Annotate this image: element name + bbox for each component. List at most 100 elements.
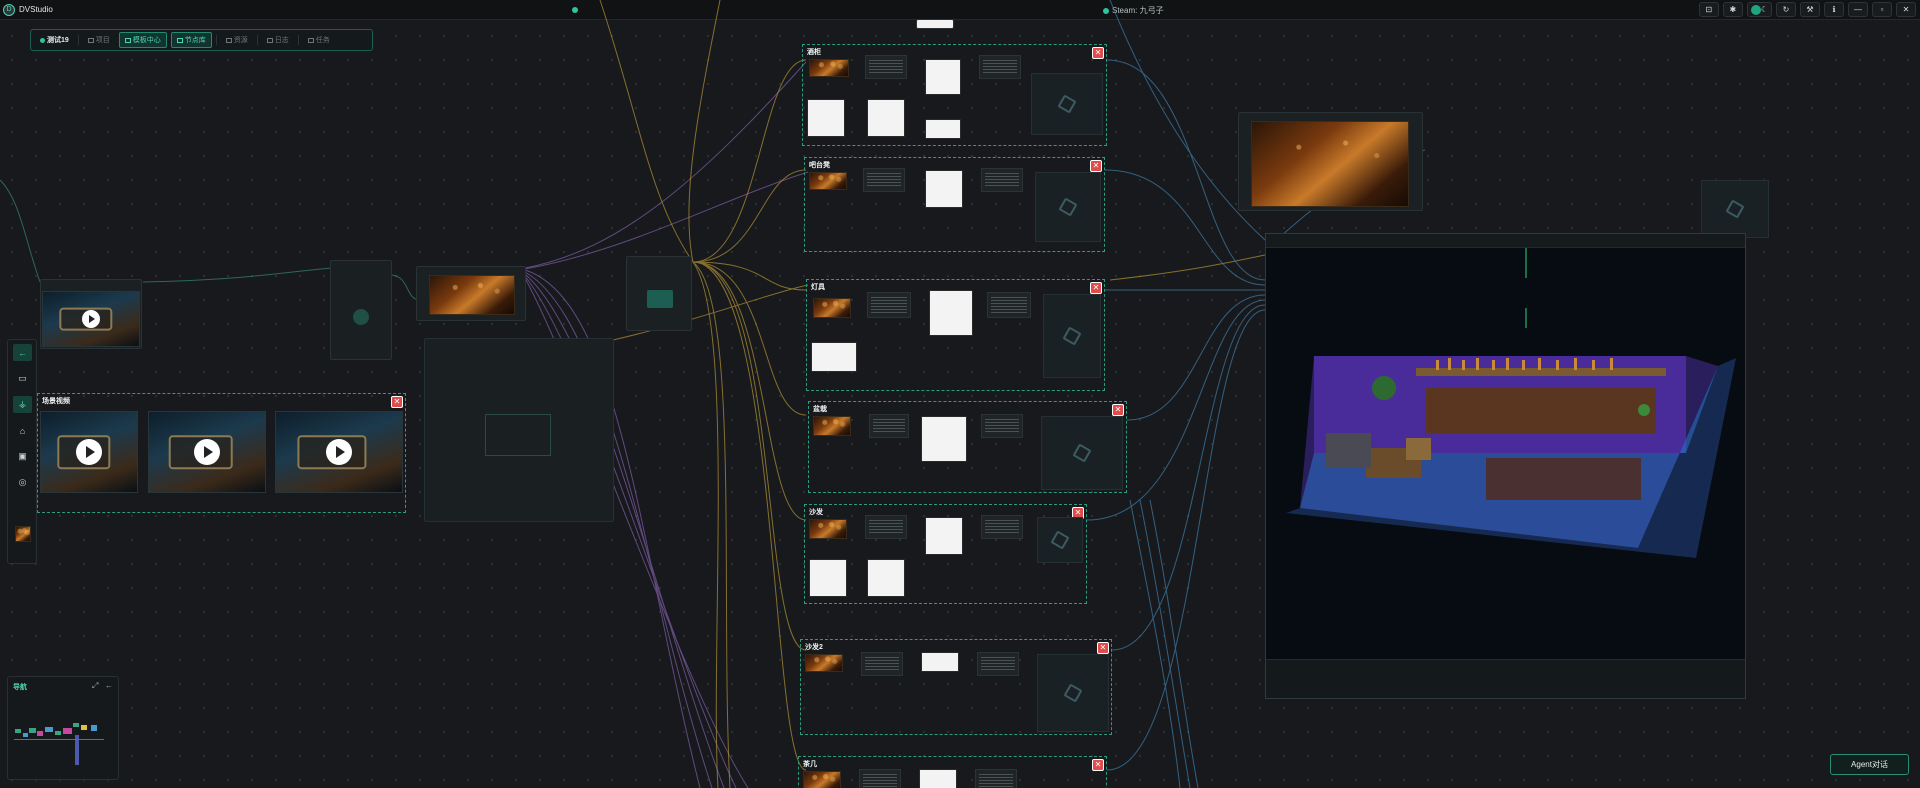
cube-icon (1057, 94, 1077, 114)
play-icon[interactable] (194, 439, 220, 465)
scene-3d-viewer[interactable] (1265, 233, 1746, 699)
group-close-icon[interactable]: ✕ (1092, 47, 1104, 59)
generated-image-node[interactable] (921, 652, 959, 672)
group-close-icon[interactable]: ✕ (1112, 404, 1124, 416)
prompt-text-node[interactable] (859, 769, 901, 788)
play-icon[interactable] (326, 439, 352, 465)
video-group: 场景视频 ✕ (37, 393, 406, 513)
generated-image-node[interactable] (925, 59, 961, 95)
left-sidebar: ← ▭ ⚶ ⌂ ▣ ◎ (7, 339, 37, 564)
reference-thumb (813, 416, 851, 436)
group-sofa: 沙发 ✕ (804, 504, 1087, 604)
expand-icon[interactable]: ⤢ (92, 681, 98, 691)
white-image-node[interactable] (916, 19, 954, 29)
generated-image-node[interactable] (811, 342, 857, 372)
cube-icon (1050, 530, 1070, 550)
prompt-text-node[interactable] (869, 414, 909, 438)
reference-thumb (809, 519, 847, 539)
splitter-node[interactable] (626, 256, 692, 331)
model-3d-node[interactable] (1043, 294, 1101, 378)
navigator-panel: 导航 ⤢ ← (7, 676, 119, 780)
video-node[interactable] (40, 279, 142, 349)
folder-icon[interactable]: ▭ (13, 370, 32, 387)
model-3d-node[interactable] (1031, 73, 1103, 135)
group-close-icon[interactable]: ✕ (1090, 160, 1102, 172)
play-icon[interactable] (82, 310, 100, 328)
generated-image-node[interactable] (929, 290, 973, 336)
model-3d-node[interactable] (1701, 180, 1769, 238)
app-window: D DVStudio Steam: 九弓子 ⊡ ✱ ☾ ↻ ⚒ ℹ — ▫ ✕ … (0, 0, 1920, 788)
group-wine-cabinet: 酒柜 ✕ (802, 44, 1107, 146)
group-sofa-2: 沙发2 ✕ (800, 639, 1112, 735)
generated-image-node[interactable] (921, 416, 967, 462)
viewer-toolbar (1266, 234, 1745, 248)
prompt-text-node[interactable] (861, 652, 903, 676)
model-3d-node[interactable] (1037, 517, 1083, 563)
minimap-canvas[interactable] (9, 695, 119, 775)
target-icon[interactable]: ◎ (13, 474, 32, 491)
prompt-text-node[interactable] (977, 652, 1019, 676)
group-title: 沙发2 (805, 644, 823, 651)
group-coffee-table: 茶几 ✕ (798, 756, 1107, 788)
video-thumbnail (40, 411, 138, 493)
model-3d-node[interactable] (1041, 416, 1123, 490)
home-icon[interactable]: ⌂ (13, 422, 32, 439)
navigator-title: 导航 (13, 684, 27, 691)
generated-image-node[interactable] (807, 99, 845, 137)
cube-icon (1072, 443, 1092, 463)
back-arrow-icon[interactable]: ← (13, 344, 32, 361)
model-3d-node[interactable] (1037, 654, 1109, 732)
generated-image-node[interactable] (919, 769, 957, 788)
group-title: 茶几 (803, 761, 817, 768)
prompt-text-node[interactable] (981, 414, 1023, 438)
prompt-text-node[interactable] (867, 292, 911, 318)
cube-icon (1725, 199, 1745, 219)
generated-image-node[interactable] (867, 99, 905, 137)
image-node[interactable] (416, 266, 526, 321)
group-lighting: 灯具 ✕ (806, 279, 1105, 391)
cube-icon (1062, 326, 1082, 346)
agent-chat-button[interactable]: Agent对话 (1830, 754, 1909, 775)
cube-icon (1058, 197, 1078, 217)
play-icon[interactable] (76, 439, 102, 465)
reference-thumb (805, 654, 843, 672)
model-3d-node[interactable] (1035, 172, 1101, 242)
reference-thumb (803, 771, 841, 788)
prompt-text-node[interactable] (987, 292, 1031, 318)
group-title: 盆栽 (813, 406, 827, 413)
group-close-icon[interactable]: ✕ (1097, 642, 1109, 654)
node-status-icon (353, 309, 369, 325)
processing-node[interactable] (330, 260, 392, 360)
group-bar-stool: 吧台凳 ✕ (804, 157, 1105, 252)
prompt-text-node[interactable] (979, 55, 1021, 79)
flow-icon[interactable]: ⚶ (13, 396, 32, 413)
group-title: 沙发 (809, 509, 823, 516)
prompt-text-node[interactable] (865, 515, 907, 539)
reference-thumb (809, 59, 849, 77)
layout-preview-icon (485, 414, 551, 456)
prompt-text-node[interactable] (975, 769, 1017, 788)
viewer-log-panel (1266, 659, 1745, 698)
image-icon[interactable]: ▣ (13, 448, 32, 465)
group-close-icon[interactable]: ✕ (1092, 759, 1104, 771)
group-close-icon[interactable]: ✕ (391, 396, 403, 408)
group-close-icon[interactable]: ✕ (1090, 282, 1102, 294)
collapse-arrow-icon[interactable]: ← (105, 681, 113, 690)
scene-3d-canvas[interactable] (1266, 248, 1745, 659)
generated-image-node[interactable] (867, 559, 905, 597)
prompt-text-node[interactable] (865, 55, 907, 79)
grid-node-icon (647, 290, 673, 308)
group-potted-plant: 盆栽 ✕ (808, 401, 1127, 493)
prompt-text-node[interactable] (863, 168, 905, 192)
bar-reference-node[interactable] (1238, 112, 1423, 211)
reference-thumb (813, 298, 851, 318)
composite-node[interactable] (424, 338, 614, 522)
bar-reference-image (1251, 121, 1409, 207)
prompt-text-node[interactable] (981, 168, 1023, 192)
avatar[interactable] (15, 526, 31, 542)
generated-image-node[interactable] (925, 119, 961, 139)
generated-image-node[interactable] (925, 517, 963, 555)
prompt-text-node[interactable] (981, 515, 1023, 539)
generated-image-node[interactable] (925, 170, 963, 208)
generated-image-node[interactable] (809, 559, 847, 597)
